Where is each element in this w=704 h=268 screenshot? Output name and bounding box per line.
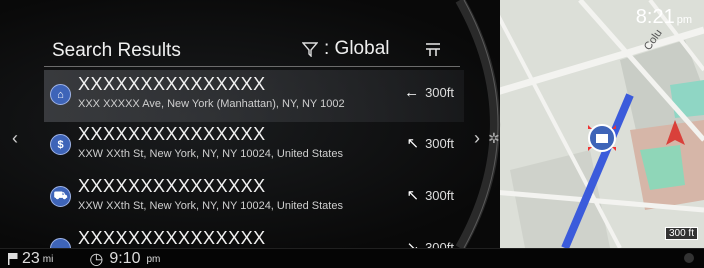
- direction-arrow-icon: ←: [404, 84, 420, 101]
- result-address: XXW XXth St, New York, NY, NY 10024, Uni…: [78, 200, 343, 212]
- navigation-screen: 8:21 pm Colu 300 ft Search Results : Glob…: [0, 0, 704, 268]
- result-item[interactable]: ⌂ XXXXXXXXXXXXXXX XXX XXXXX Ave, New Yor…: [44, 70, 464, 122]
- gear-icon[interactable]: ✲: [488, 130, 500, 147]
- result-name: XXXXXXXXXXXXXXX: [78, 124, 266, 144]
- status-clock: ◷ 9:10 pm: [89, 250, 161, 268]
- direction-arrow-icon: ↖: [406, 135, 420, 152]
- result-item[interactable]: $ XXXXXXXXXXXXXXX XXW XXth St, New York,…: [44, 120, 464, 172]
- result-address: XXW XXth St, New York, NY, NY 10024, Uni…: [78, 148, 343, 160]
- odometer-unit: mi: [42, 253, 54, 265]
- result-item[interactable]: XXXXXXXXXXXXXXX ↘ 300ft: [44, 224, 464, 248]
- result-name: XXXXXXXXXXXXXXX: [78, 74, 266, 94]
- result-address: XXX XXXXX Ave, New York (Manhattan), NY,…: [78, 98, 345, 110]
- map-scale: 300 ft: [664, 227, 698, 240]
- result-item[interactable]: ⛟ XXXXXXXXXXXXXXX XXW XXth St, New York,…: [44, 172, 464, 224]
- direction-arrow-icon: ↘: [406, 239, 420, 248]
- dollar-icon: $: [50, 134, 71, 155]
- direction-arrow-icon: ↖: [406, 187, 420, 204]
- filter-icon: [302, 42, 318, 57]
- flag-icon: [8, 253, 18, 265]
- filter-button[interactable]: : Global: [302, 38, 389, 60]
- clock-icon: ◷: [89, 251, 104, 268]
- status-bar: 23 mi ◷ 9:10 pm: [0, 248, 704, 268]
- place-icon: [50, 238, 71, 248]
- panel-arc: [455, 0, 500, 248]
- hospital-icon: ⌂: [50, 84, 71, 105]
- filter-label: : Global: [324, 38, 390, 59]
- header-divider: [44, 66, 460, 67]
- odometer-value: 23: [22, 250, 40, 267]
- cart-icon: ⛟: [50, 186, 71, 207]
- chevron-left-icon[interactable]: ‹: [12, 128, 18, 149]
- indicator-icon: [684, 253, 694, 263]
- chevron-right-icon[interactable]: ›: [474, 128, 480, 149]
- result-name: XXXXXXXXXXXXXXX: [78, 176, 266, 196]
- top-clock: 8:21 pm: [635, 6, 692, 28]
- result-name: XXXXXXXXXXXXXXX: [78, 228, 266, 248]
- page-title: Search Results: [52, 40, 181, 61]
